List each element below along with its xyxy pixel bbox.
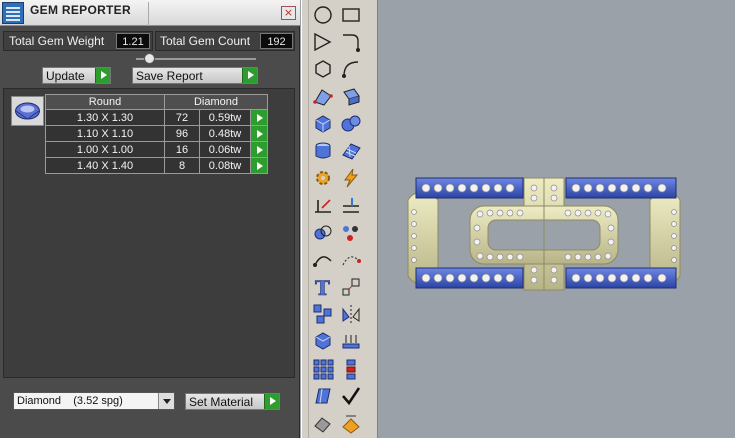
modeling-toolbar: T bbox=[301, 0, 378, 438]
polyline-tool-icon[interactable] bbox=[310, 29, 336, 55]
rectangle-tool-icon[interactable] bbox=[338, 2, 364, 28]
points-tool-icon[interactable] bbox=[338, 220, 364, 246]
total-count-label: Total Gem Count bbox=[160, 34, 251, 48]
save-report-label: Save Report bbox=[136, 69, 203, 83]
row-weight: 0.48tw bbox=[199, 125, 251, 142]
set-material-label: Set Material bbox=[189, 395, 254, 409]
chevron-down-icon[interactable] bbox=[158, 393, 174, 409]
table-row[interactable]: 1.10 X 1.10 96 0.48tw bbox=[45, 125, 268, 142]
row-weight: 0.59tw bbox=[199, 109, 251, 126]
panel-splitter-handle[interactable] bbox=[144, 53, 155, 64]
table-row[interactable]: 1.30 X 1.30 72 0.59tw bbox=[45, 109, 268, 126]
boolean-tool-icon[interactable] bbox=[310, 220, 336, 246]
curve-tool-icon[interactable] bbox=[310, 247, 336, 273]
stack-tool-icon[interactable] bbox=[338, 356, 364, 382]
row-count: 8 bbox=[164, 157, 200, 174]
row-size: 1.00 X 1.00 bbox=[45, 141, 165, 158]
total-weight-value: 1.21 bbox=[116, 33, 150, 49]
jewelry-model-render bbox=[407, 177, 681, 291]
app-window: GEM REPORTER × Total Gem Weight 1.21 Tot… bbox=[0, 0, 735, 438]
play-arrow-icon bbox=[242, 68, 257, 83]
toolbar-grip bbox=[308, 0, 309, 438]
checkmark-tool-icon[interactable] bbox=[338, 383, 364, 409]
row-weight: 0.08tw bbox=[199, 157, 251, 174]
svg-text:T: T bbox=[315, 276, 330, 300]
circle-tool-icon[interactable] bbox=[310, 2, 336, 28]
row-count: 16 bbox=[164, 141, 200, 158]
material-tool-icon[interactable] bbox=[338, 410, 364, 436]
box-solid-tool-icon[interactable] bbox=[310, 111, 336, 137]
text-tool-icon[interactable]: T bbox=[310, 274, 336, 300]
header-shape: Round bbox=[45, 94, 165, 110]
title-divider bbox=[148, 2, 149, 26]
total-weight-row: Total Gem Weight 1.21 bbox=[3, 31, 153, 51]
split-tool-icon[interactable] bbox=[338, 192, 364, 218]
set-material-button[interactable]: Set Material bbox=[185, 393, 280, 410]
gem-reporter-panel: GEM REPORTER × Total Gem Weight 1.21 Tot… bbox=[0, 0, 300, 438]
gem-thumbnail-icon[interactable] bbox=[11, 96, 44, 126]
save-report-button[interactable]: Save Report bbox=[132, 67, 258, 84]
polygon-tool-icon[interactable] bbox=[310, 56, 336, 82]
gem-table-header: Round Diamond bbox=[45, 94, 268, 110]
total-weight-label: Total Gem Weight bbox=[9, 34, 105, 48]
fillet-curve-tool-icon[interactable] bbox=[338, 29, 364, 55]
row-size: 1.10 X 1.10 bbox=[45, 125, 165, 142]
select-row-arrow-icon[interactable] bbox=[250, 141, 268, 158]
header-material: Diamond bbox=[164, 94, 268, 110]
material-select-value: Diamond (3.52 spg) bbox=[17, 395, 123, 407]
surface-points-tool-icon[interactable] bbox=[310, 84, 336, 110]
trim-tool-icon[interactable] bbox=[310, 192, 336, 218]
select-row-arrow-icon[interactable] bbox=[250, 157, 268, 174]
curve-points-tool-icon[interactable] bbox=[338, 247, 364, 273]
row-count: 72 bbox=[164, 109, 200, 126]
select-row-arrow-icon[interactable] bbox=[250, 109, 268, 126]
arc-tool-icon[interactable] bbox=[338, 56, 364, 82]
panel-titlebar: GEM REPORTER × bbox=[0, 0, 300, 26]
3d-viewport[interactable] bbox=[378, 0, 735, 438]
play-arrow-icon bbox=[264, 394, 279, 409]
mirror-tool-icon[interactable] bbox=[338, 301, 364, 327]
select-row-arrow-icon[interactable] bbox=[250, 125, 268, 142]
panel-title: GEM REPORTER bbox=[30, 3, 131, 17]
array-tool-icon[interactable] bbox=[310, 301, 336, 327]
material-select[interactable]: Diamond (3.52 spg) bbox=[13, 392, 175, 410]
table-row[interactable]: 1.00 X 1.00 16 0.06tw bbox=[45, 141, 268, 158]
shell-tool-icon[interactable] bbox=[310, 383, 336, 409]
cube-edit-tool-icon[interactable] bbox=[310, 328, 336, 354]
cylinder-solid-tool-icon[interactable] bbox=[310, 138, 336, 164]
total-count-value: 192 bbox=[260, 33, 293, 49]
total-count-row: Total Gem Count 192 bbox=[155, 31, 295, 51]
row-size: 1.30 X 1.30 bbox=[45, 109, 165, 126]
gem-reporter-app-icon bbox=[2, 2, 24, 24]
render-tool-icon[interactable] bbox=[310, 410, 336, 436]
gear-tool-icon[interactable] bbox=[310, 165, 336, 191]
scale-tool-icon[interactable] bbox=[338, 274, 364, 300]
update-button-label: Update bbox=[46, 69, 85, 83]
lightning-tool-icon[interactable] bbox=[338, 165, 364, 191]
play-arrow-icon bbox=[95, 68, 110, 83]
close-icon[interactable]: × bbox=[281, 6, 296, 20]
row-count: 96 bbox=[164, 125, 200, 142]
mesh-surface-tool-icon[interactable] bbox=[338, 138, 364, 164]
gem-table: Round Diamond 1.30 X 1.30 72 0.59tw 1.10… bbox=[45, 94, 268, 174]
gem-setting-tool-icon[interactable] bbox=[338, 328, 364, 354]
grid-array-tool-icon[interactable] bbox=[310, 356, 336, 382]
sphere-solid-tool-icon[interactable] bbox=[338, 111, 364, 137]
row-weight: 0.06tw bbox=[199, 141, 251, 158]
extrude-surface-tool-icon[interactable] bbox=[338, 84, 364, 110]
row-size: 1.40 X 1.40 bbox=[45, 157, 165, 174]
update-button[interactable]: Update bbox=[42, 67, 111, 84]
table-row[interactable]: 1.40 X 1.40 8 0.08tw bbox=[45, 157, 268, 174]
